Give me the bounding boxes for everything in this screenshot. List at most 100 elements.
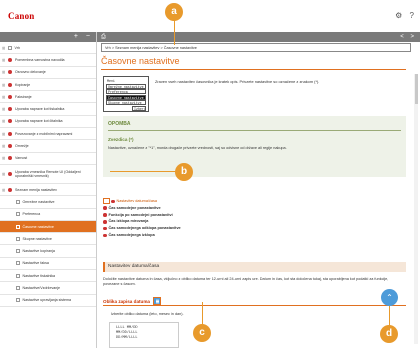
menu-line: Meni [107, 79, 115, 83]
menu-line: Omrežne nastavitve [106, 83, 146, 89]
expand-icon[interactable]: ⊞ [2, 144, 5, 149]
sidebar-item[interactable]: ⊞ Osnovno delovanje [0, 67, 96, 79]
sidebar-item-label: Nastavitve faksa [22, 261, 49, 266]
collapse-all-icon[interactable]: − [86, 33, 90, 40]
highlight-box [103, 198, 110, 205]
expand-icon[interactable]: ⊞ [2, 70, 5, 75]
next-page-icon[interactable]: > [410, 34, 414, 40]
sidebar-item[interactable]: ⊞ Uporaba vmesnika Remote UI (Oddaljeni u… [0, 165, 96, 184]
expand-icon[interactable]: ⊞ [2, 57, 5, 62]
chapter-icon [8, 156, 12, 161]
sidebar-item[interactable]: ⊞ Kopiranje [0, 79, 96, 92]
sidebar-item[interactable]: ⊞ Povezovanje z mobilnimi napravami [0, 128, 96, 141]
sidebar-item-label: Pomembna varnostna navodila [15, 57, 65, 62]
expand-icon[interactable]: ⊞ [2, 107, 5, 112]
callout-leader [174, 20, 176, 45]
topic-link-auto-shutdown[interactable]: Čas samodejnega izklopa [103, 232, 181, 239]
sidebar-toolbar: + − [0, 32, 96, 42]
help-icon[interactable]: ? [410, 11, 414, 20]
sidebar-item[interactable]: ⊞ Vrh [0, 42, 96, 55]
topic-link-label: Nastavitev datuma/časa [116, 199, 158, 203]
chapter-icon [8, 57, 12, 62]
expand-icon[interactable] [152, 297, 161, 305]
sidebar-item[interactable]: ⊞ Seznam menija nastavitev [0, 184, 96, 197]
section-text: Določite nastavitve datuma in časa, vklj… [103, 277, 389, 287]
page-icon [16, 285, 20, 290]
breadcrumb-item-current: Časovne nastavitve [163, 46, 197, 50]
previous-page-icon[interactable]: < [400, 34, 404, 40]
topic-link-auto-logout[interactable]: Čas samodejnega odklopa ponastavitve [103, 225, 181, 232]
expand-icon[interactable]: ⊞ [2, 187, 5, 192]
sidebar-item-label: Uporaba naprave kot čitalnika [15, 119, 63, 124]
sidebar-item[interactable]: Preferenca [0, 209, 96, 221]
sidebar-item[interactable]: ⊞ Pomembna varnostna navodila [0, 54, 96, 67]
title-divider [101, 69, 406, 70]
callout-leader [202, 302, 204, 326]
topic-link-label: Funkcija po samodejni ponastavitvi [108, 212, 173, 217]
sidebar-item[interactable]: Časovne nastavitve [0, 220, 96, 234]
subsection-title: Oblika zapisa datuma [103, 298, 150, 304]
sidebar-item[interactable]: ⊞ Uporaba naprave kot čitalnika [0, 116, 96, 129]
breadcrumb-item-menu-list[interactable]: Seznam menija nastavitev [115, 46, 159, 50]
sidebar-item-label: Časovne nastavitve [22, 224, 54, 229]
menu-line: Skupne nastavitve [106, 100, 146, 106]
expand-icon[interactable]: ⊞ [2, 171, 5, 176]
topic-link-label: Čas izklopa mirovanja [108, 219, 149, 224]
topic-link-auto-reset[interactable]: Čas samodejne ponastavitve [103, 205, 181, 212]
menu-line: Preferenca [106, 89, 146, 95]
note-text: Nastavitve, označene z "*1", morda druga… [108, 145, 287, 150]
topic-link-label: Čas samodejnega izklopa [108, 232, 155, 237]
chapter-icon [8, 82, 12, 87]
top-icons: ⚙ ? [390, 11, 414, 20]
subsection-text: Izberite obliko datuma (leto, mesec in d… [111, 312, 184, 316]
expand-icon[interactable]: ⊞ [2, 119, 5, 124]
page-icon [16, 273, 20, 278]
sidebar-item[interactable]: Omrežne nastavitve [0, 196, 96, 209]
sidebar-item[interactable]: ⊞ Omrežje [0, 140, 96, 153]
top-bar: Canon ⚙ ? [0, 0, 420, 32]
page-icon [8, 45, 12, 50]
back-to-top-button[interactable]: ⌃ [381, 289, 398, 306]
topic-link-sleep[interactable]: Čas izklopa mirovanja [103, 218, 181, 225]
gear-icon[interactable]: ⚙ [395, 11, 402, 20]
sidebar-item[interactable]: Nastavitve faksa [0, 258, 96, 271]
expand-icon[interactable]: ⊞ [2, 82, 5, 87]
sidebar-item[interactable]: Nastavitve/Vzdrževanje [0, 282, 96, 295]
bullet-icon [103, 233, 107, 238]
topic-link-after-reset[interactable]: Funkcija po samodejni ponastavitvi [103, 212, 181, 219]
sidebar-item-label: Varnost [15, 156, 28, 161]
page-icon [16, 249, 20, 254]
sidebar-item[interactable]: Skupne nastavitve [0, 233, 96, 246]
sidebar-item-label: Povezovanje z mobilnimi napravami [15, 131, 73, 136]
sidebar-item[interactable]: ⊞ Varnost [0, 153, 96, 165]
sidebar-item[interactable]: Nastavitve upravljanja sistema [0, 295, 96, 307]
expand-icon[interactable]: ⊞ [2, 131, 5, 136]
sidebar-item-label: Nastavitve upravljanja sistema [22, 298, 72, 303]
scrollbar[interactable] [414, 74, 418, 344]
sidebar-item-label: Skupne nastavitve [22, 236, 52, 241]
page-icon [16, 199, 20, 204]
sidebar-item-label: Uporaba vmesnika Remote UI (Oddaljeni up… [15, 169, 81, 178]
page-icon [16, 212, 20, 217]
page-icon [16, 298, 20, 303]
chapter-icon [8, 187, 12, 192]
chapter-icon [8, 107, 12, 112]
expand-all-icon[interactable]: + [74, 33, 78, 40]
expand-icon[interactable]: ⊞ [2, 94, 5, 99]
callout-b: b [175, 163, 193, 181]
sidebar-item[interactable]: Nastavitve kopiranja [0, 245, 96, 258]
expand-icon[interactable]: ⊞ [2, 156, 5, 161]
sidebar-item-label: Omrežje [15, 144, 29, 149]
sidebar-item-label: Faksiranje [15, 94, 32, 99]
expand-icon[interactable]: ⊞ [2, 45, 5, 50]
print-icon[interactable]: ⎙ [101, 34, 106, 40]
topic-link-date-time[interactable]: Nastavitev datuma/časa [103, 198, 181, 205]
intro-text: Zraven vseh nastavitev časovnika je krat… [155, 79, 320, 84]
note-subheading: Zvezdica (*) [108, 136, 134, 142]
sidebar-item[interactable]: ⊞ Faksiranje [0, 91, 96, 104]
callout-d: d [380, 325, 398, 343]
sidebar-item[interactable]: Nastavitve tiskalnika [0, 270, 96, 283]
sidebar-item[interactable]: ⊞ Uporaba naprave kot tiskalnika [0, 103, 96, 116]
scrollbar-thumb[interactable] [414, 74, 418, 104]
bullet-icon [103, 220, 107, 224]
